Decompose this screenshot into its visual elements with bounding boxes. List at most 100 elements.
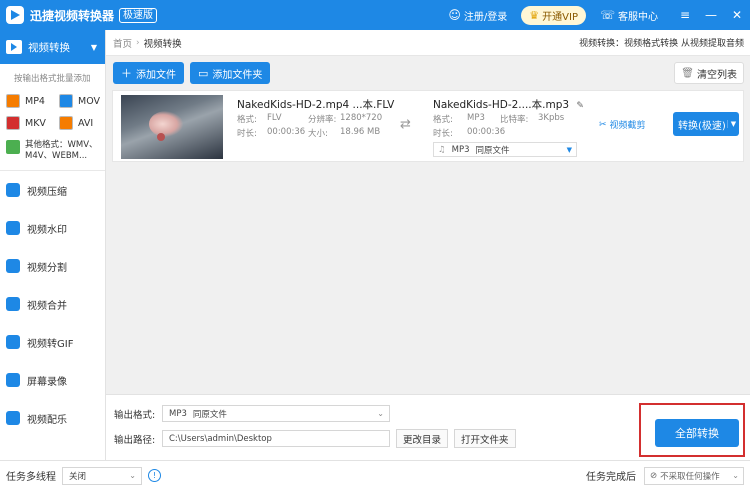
file-row: NakedKids-HD-2.mp4 ...本.FLV 格式: FLV 分辨率:… <box>112 90 744 162</box>
after-task-value: 不采取任何操作 <box>660 471 720 482</box>
dropdown-icon: ▼ <box>566 145 572 154</box>
target-file-name[interactable]: NakedKids-HD-2....本.mp3 ✎ <box>433 97 584 112</box>
after-task-select[interactable]: ⊘ 不采取任何操作 ⌄ <box>644 466 744 485</box>
format-grid: MP4 MOV MKV AVI <box>0 88 105 130</box>
sidebar-item-gif[interactable]: 视频转GIF <box>0 323 105 361</box>
folder-icon: ▭ <box>198 66 209 80</box>
convert-label: 转换(极速) <box>678 120 726 132</box>
output-format-row: 输出格式: MP3 同原文件 ⌄ <box>114 405 390 422</box>
size-value: 18.96 MB <box>340 127 381 137</box>
close-icon[interactable]: ✕ <box>724 8 750 22</box>
thumbnail-detail <box>157 133 165 141</box>
bitrate-label: 比特率: <box>500 115 529 125</box>
page-tip: 视频转换：视频格式转换 从视频提取音频 <box>579 39 744 49</box>
merge-icon <box>6 297 20 311</box>
output-format-select[interactable]: MP3 同原文件 ⌄ <box>162 405 390 422</box>
sidebar-item-label: 视频分割 <box>27 262 67 274</box>
support-link[interactable]: ☏ 客服中心 <box>600 8 658 23</box>
split-icon <box>6 259 20 273</box>
target-file-label: NakedKids-HD-2....本.mp3 <box>433 99 570 111</box>
sidebar-item-merge[interactable]: 视频合并 <box>0 285 105 323</box>
edition-badge: 极速版 <box>119 7 158 23</box>
multithread-value: 关闭 <box>69 471 87 482</box>
user-icon: ☺ <box>448 8 461 22</box>
sidebar-item-label: 视频水印 <box>27 224 67 236</box>
add-folder-label: 添加文件夹 <box>212 69 263 81</box>
screen-record-icon <box>6 373 20 387</box>
menu-icon[interactable]: ≡ <box>672 8 698 22</box>
convert-button[interactable]: 转换(极速) ▼ <box>673 112 739 136</box>
format-mov[interactable]: MOV <box>53 94 106 108</box>
login-label: 注册/登录 <box>463 11 508 23</box>
video-thumbnail[interactable] <box>121 95 223 159</box>
target-format-value: MP3 <box>467 113 485 123</box>
crown-icon: ♛ <box>529 8 540 22</box>
mov-icon <box>59 94 73 108</box>
format-mkv[interactable]: MKV <box>0 116 53 130</box>
after-task-label: 任务完成后 <box>586 472 636 483</box>
format-mp4[interactable]: MP4 <box>0 94 53 108</box>
sidebar-item-compress[interactable]: 视频压缩 <box>0 171 105 209</box>
source-format-value: FLV <box>267 113 282 123</box>
output-format-value: MP3 <box>169 408 187 419</box>
video-clip-link[interactable]: ✂ 视频截剪 <box>599 118 646 132</box>
multithread-label: 任务多线程 <box>6 472 56 483</box>
add-file-button[interactable]: ＋ 添加文件 <box>113 62 184 84</box>
breadcrumb-home[interactable]: 首页 <box>113 36 132 50</box>
target-select-sub: 同原文件 <box>475 145 510 156</box>
main-panel: 首页 › 视频转换 视频转换：视频格式转换 从视频提取音频 ＋ 添加文件 ▭ 添… <box>106 30 750 460</box>
target-select-format: MP3 <box>451 144 470 155</box>
add-folder-button[interactable]: ▭ 添加文件夹 <box>190 62 271 84</box>
vip-button[interactable]: ♛ 开通VIP <box>521 5 586 25</box>
chat-icon: ☏ <box>599 8 615 22</box>
target-duration-label: 时长: <box>433 129 453 139</box>
convert-all-button[interactable]: 全部转换 <box>655 419 739 447</box>
output-path-field[interactable]: C:\Users\admin\Desktop <box>162 430 390 447</box>
format-label: AVI <box>78 117 94 129</box>
output-format-label: 输出格式: <box>114 409 156 421</box>
clear-list-button[interactable]: 🗑 清空列表 <box>674 62 744 84</box>
sidebar-item-video-convert[interactable]: 视频转换 ▼ <box>0 30 105 64</box>
thumbnail-subject <box>149 111 183 137</box>
target-duration-value: 00:00:36 <box>467 127 506 137</box>
output-panel: 输出格式: MP3 同原文件 ⌄ 输出路径: C:\Users\admin\De… <box>106 394 750 460</box>
app-title: 迅捷视频转换器 <box>30 8 115 23</box>
sidebar-item-split[interactable]: 视频分割 <box>0 247 105 285</box>
sidebar-item-music[interactable]: 视频配乐 <box>0 399 105 437</box>
sidebar-item-record[interactable]: 屏幕录像 <box>0 361 105 399</box>
convert-arrow-icon: ⇄ <box>400 117 411 132</box>
sidebar-item-label: 视频合并 <box>27 300 67 312</box>
source-format-label: 格式: <box>237 115 257 125</box>
watermark-icon <box>6 221 20 235</box>
format-label: MP4 <box>25 95 45 107</box>
format-avi[interactable]: AVI <box>53 116 106 130</box>
app-logo-icon <box>6 6 24 24</box>
format-label: MOV <box>78 95 101 107</box>
chevron-down-icon[interactable]: ▼ <box>727 120 739 128</box>
open-folder-button[interactable]: 打开文件夹 <box>454 429 516 448</box>
source-duration-value: 00:00:36 <box>267 127 306 137</box>
sidebar-item-label: 屏幕录像 <box>27 376 67 388</box>
multithread-select[interactable]: 关闭 ⌄ <box>62 466 142 485</box>
output-path-value: C:\Users\admin\Desktop <box>169 433 272 444</box>
output-format-sub: 同原文件 <box>192 409 227 420</box>
target-format-label: 格式: <box>433 115 453 125</box>
change-directory-button[interactable]: 更改目录 <box>396 429 449 448</box>
video-icon <box>6 40 22 54</box>
title-bar: 迅捷视频转换器 极速版 ☺ 注册/登录 ♛ 开通VIP ☏ 客服中心 ≡ — ✕ <box>0 0 750 30</box>
support-label: 客服中心 <box>618 11 658 23</box>
sidebar-item-label: 视频压缩 <box>27 186 67 198</box>
login-link[interactable]: ☺ 注册/登录 <box>448 8 507 23</box>
sidebar-item-watermark[interactable]: 视频水印 <box>0 209 105 247</box>
info-icon[interactable]: ! <box>148 469 161 482</box>
mp4-icon <box>6 94 20 108</box>
edit-pencil-icon[interactable]: ✎ <box>576 101 584 111</box>
avi-icon <box>59 116 73 130</box>
minimize-icon[interactable]: — <box>698 8 724 22</box>
plus-icon: ＋ <box>121 67 132 80</box>
target-format-select[interactable]: ♫ MP3 同原文件 ▼ <box>433 142 577 157</box>
format-other[interactable]: 其他格式：WMV、M4V、WEBM... <box>0 130 105 162</box>
sidebar-item-label: 视频配乐 <box>27 414 67 426</box>
output-path-row: 输出路径: C:\Users\admin\Desktop 更改目录 打开文件夹 <box>114 429 516 448</box>
source-duration-label: 时长: <box>237 129 257 139</box>
